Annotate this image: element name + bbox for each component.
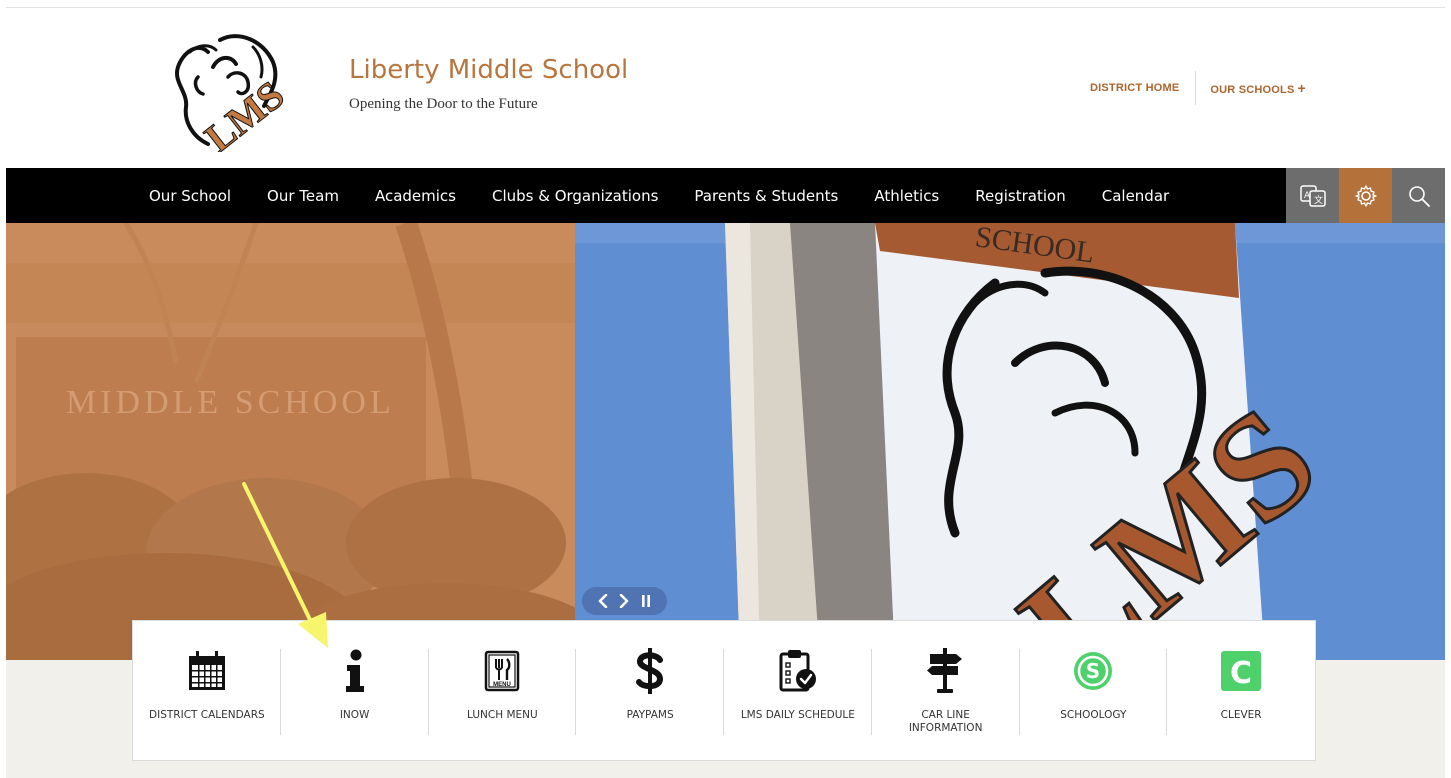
plus-icon: + (1297, 80, 1306, 96)
district-home-link[interactable]: DISTRICT HOME (1090, 70, 1197, 105)
clever-icon-text: C (1230, 656, 1252, 691)
nav-item-athletics[interactable]: Athletics (874, 187, 939, 205)
main-nav: Our School Our Team Academics Clubs & Or… (6, 168, 1445, 223)
slideshow-controls (582, 587, 667, 615)
hero-slideshow: MIDDLE SCHOOL SCHOOL LMS (6, 223, 1445, 660)
gear-icon (1354, 184, 1377, 207)
quick-link-label: CLEVER (1220, 709, 1262, 721)
schoology-icon: S (1074, 652, 1113, 690)
nav-item-our-school[interactable]: Our School (149, 187, 231, 205)
translate-button[interactable]: A 文 (1286, 168, 1339, 223)
hero-sign-text: MIDDLE SCHOOL (66, 384, 395, 421)
translate-icon: A 文 (1299, 184, 1326, 207)
quick-link-label: PAYPAMS (626, 709, 674, 721)
top-divider (6, 7, 1445, 8)
main-nav-items: Our School Our Team Academics Clubs & Or… (149, 168, 1205, 223)
utility-nav: DISTRICT HOME OUR SCHOOLS + (1090, 70, 1306, 105)
svg-text:A: A (1304, 191, 1311, 201)
svg-text:文: 文 (1314, 194, 1323, 206)
settings-button[interactable] (1339, 168, 1392, 223)
dollar-icon (636, 648, 664, 694)
search-button[interactable] (1392, 168, 1445, 223)
pause-icon[interactable] (640, 594, 652, 608)
our-schools-link[interactable]: OUR SCHOOLS + (1196, 80, 1305, 96)
next-icon[interactable] (618, 594, 630, 608)
signpost-icon (926, 648, 962, 693)
nav-tools: A 文 (1286, 168, 1445, 223)
hero-right-photo: SCHOOL LMS (575, 223, 1445, 660)
quick-link-label: LUNCH MENU (467, 709, 538, 721)
banner-photo: SCHOOL LMS (575, 223, 1445, 660)
school-logo[interactable]: LMS (168, 22, 288, 152)
quick-link-schoology[interactable]: S SCHOOLOGY (1020, 621, 1168, 760)
school-name[interactable]: Liberty Middle School (349, 55, 628, 85)
annotation-arrow (242, 482, 328, 648)
info-icon (345, 649, 364, 692)
quick-link-label: DISTRICT CALENDARS (149, 709, 265, 721)
search-icon (1408, 185, 1430, 207)
quick-link-lunch-menu[interactable]: MENU LUNCH MENU (429, 621, 577, 760)
nav-item-calendar[interactable]: Calendar (1102, 187, 1169, 205)
previous-icon[interactable] (597, 594, 609, 608)
page: LMS Liberty Middle School Opening the Do… (0, 0, 1451, 778)
clipboard-check-icon (779, 650, 816, 692)
nav-item-academics[interactable]: Academics (375, 187, 456, 205)
nav-item-parents-students[interactable]: Parents & Students (694, 187, 838, 205)
calendar-icon (188, 651, 225, 690)
clever-icon: C (1221, 651, 1262, 691)
quick-link-label: INOW (339, 709, 370, 721)
school-tagline: Opening the Door to the Future (349, 96, 538, 112)
nav-item-clubs-organizations[interactable]: Clubs & Organizations (492, 187, 658, 205)
nav-item-registration[interactable]: Registration (975, 187, 1065, 205)
nav-item-our-team[interactable]: Our Team (267, 187, 339, 205)
quick-link-car-line-information[interactable]: CAR LINE INFORMATION (872, 621, 1020, 760)
quick-link-lms-daily-schedule[interactable]: LMS DAILY SCHEDULE (724, 621, 872, 760)
menu-icon: MENU (485, 650, 520, 692)
svg-text:S: S (1086, 659, 1100, 683)
quick-link-label: LMS DAILY SCHEDULE (740, 709, 855, 721)
quick-link-clever[interactable]: C CLEVER (1167, 621, 1315, 760)
quick-link-paypams[interactable]: PAYPAMS (576, 621, 724, 760)
our-schools-label: OUR SCHOOLS (1210, 84, 1295, 96)
quick-link-label: CAR LINE INFORMATION (908, 709, 983, 734)
quick-link-label: SCHOOLOGY (1060, 709, 1127, 721)
menu-icon-text: MENU (494, 682, 512, 688)
